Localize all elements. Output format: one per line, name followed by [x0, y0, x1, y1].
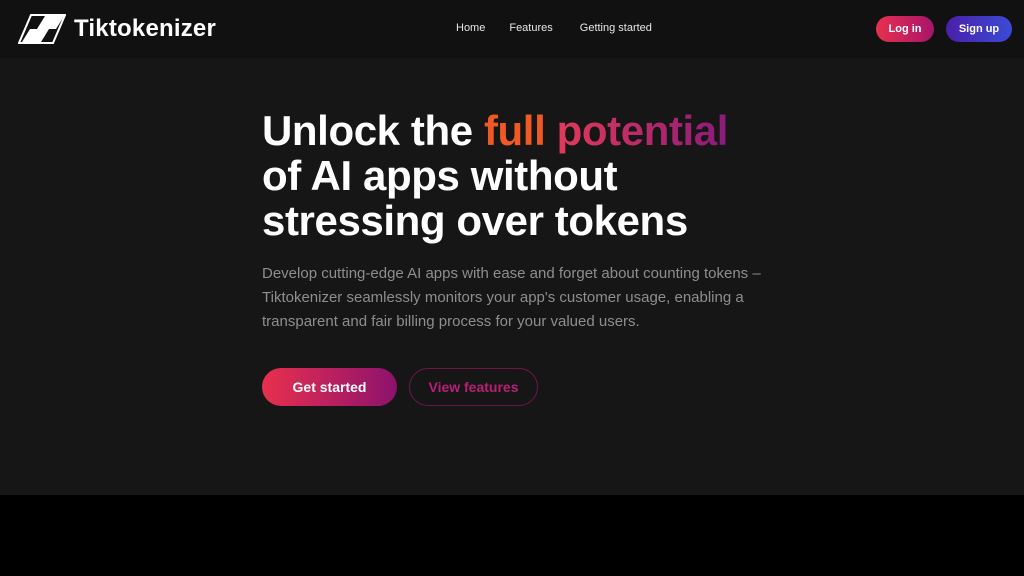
- login-button[interactable]: Log in: [876, 16, 934, 42]
- hero-subtitle: Develop cutting-edge AI apps with ease a…: [262, 265, 761, 330]
- top-navbar: Tiktokenizer Home Features Getting start…: [0, 0, 1024, 58]
- brand-link[interactable]: Tiktokenizer: [18, 13, 216, 45]
- headline-highlight-potential: potential: [556, 107, 729, 154]
- hero-headline: Unlock the full potential of AI apps wit…: [262, 108, 822, 243]
- headline-line-3: stressing over tokens: [262, 197, 688, 244]
- page: Tiktokenizer Home Features Getting start…: [0, 0, 1024, 576]
- headline-line-2: of AI apps without: [262, 152, 618, 199]
- headline-space: [545, 107, 556, 154]
- signup-button[interactable]: Sign up: [946, 16, 1012, 42]
- nav-link-features[interactable]: Features: [509, 20, 552, 36]
- hero-section: Unlock the full potential of AI apps wit…: [0, 58, 1024, 495]
- view-features-button[interactable]: View features: [409, 368, 538, 406]
- main-nav: Home Features Getting started: [456, 20, 652, 36]
- tiktokenizer-logo-icon: [18, 13, 66, 45]
- headline-text: Unlock the: [262, 107, 484, 154]
- features-section: [0, 495, 1024, 576]
- nav-link-getting-started[interactable]: Getting started: [580, 20, 652, 36]
- nav-link-home[interactable]: Home: [456, 20, 485, 36]
- headline-highlight-full: full: [483, 107, 546, 154]
- get-started-button[interactable]: Get started: [262, 368, 397, 406]
- brand-name: Tiktokenizer: [74, 15, 217, 42]
